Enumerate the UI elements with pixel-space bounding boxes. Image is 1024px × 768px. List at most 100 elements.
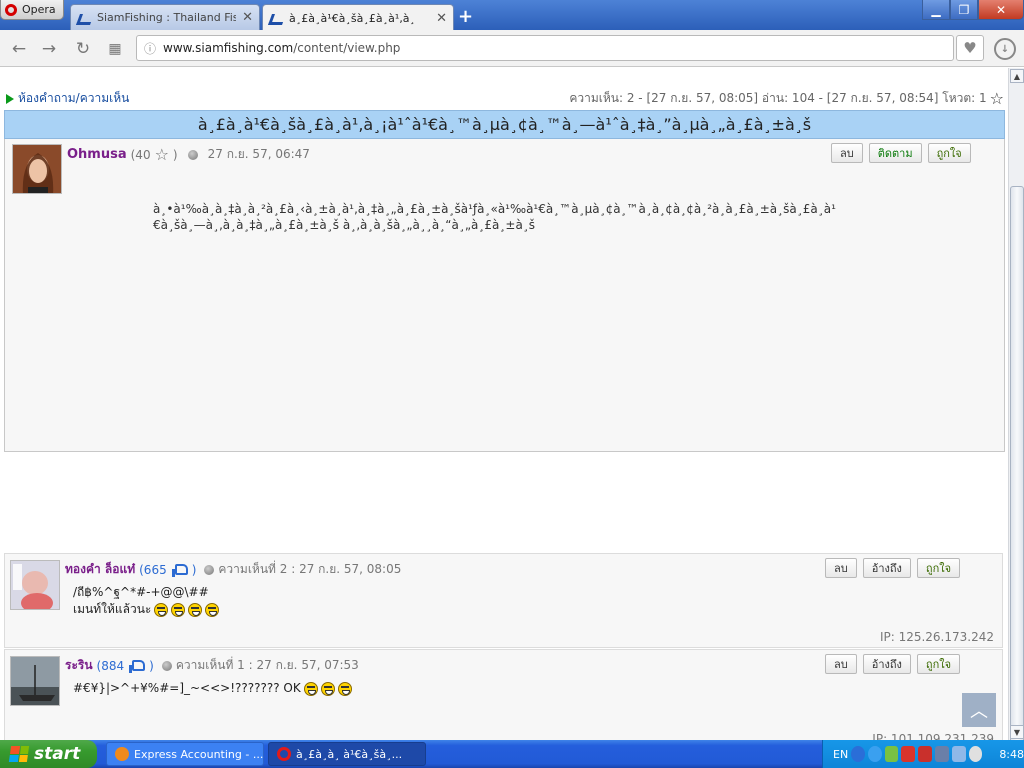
- avatar[interactable]: [12, 144, 62, 194]
- reply-author[interactable]: ระริน: [65, 656, 93, 675]
- delete-button[interactable]: ลบ: [825, 654, 857, 674]
- url-host: www.siamfishing.com: [163, 41, 294, 55]
- taskbar-item-express-accounting[interactable]: Express Accounting - ...: [106, 742, 264, 766]
- scrollbar-thumb[interactable]: [1010, 186, 1024, 746]
- topic-stats-text: ความเห็น: 2 - [27 ก.ย. 57, 08:05] อ่าน: …: [569, 91, 987, 105]
- reply-author-line: ทองคำ ล็อแท๋ (665 ) ความเห็นที่ 2 : 27 ก…: [65, 560, 401, 579]
- quote-button[interactable]: อ้างถึง: [862, 654, 911, 674]
- like-button[interactable]: ถูกใจ: [916, 654, 961, 674]
- url-path: /content/view.php: [293, 41, 401, 55]
- display-icon[interactable]: [935, 746, 949, 762]
- main-post-actions: ลบ ติดตาม ถูกใจ: [831, 143, 971, 163]
- laughing-smiley-icon: [205, 602, 220, 617]
- opera-logo-icon: [5, 3, 17, 16]
- page-scrollbar[interactable]: ▲ ▼: [1008, 68, 1024, 746]
- vote-star-icon[interactable]: ☆: [990, 90, 1004, 106]
- author-post-count: (40: [130, 147, 151, 162]
- topic-stats: ความเห็น: 2 - [27 ก.ย. 57, 08:05] อ่าน: …: [569, 89, 1004, 108]
- taskbar-item-opera[interactable]: à¸£à¸­à¸ à¹€à¸šà¸...: [268, 742, 426, 766]
- web-page: ห้องคำถาม/ความเห็น ความเห็น: 2 - [27 ก.ย…: [0, 68, 1008, 740]
- main-post-author-line: Ohmusa (40 ☆ ) 27 ก.ย. 57, 06:47: [67, 145, 310, 164]
- close-window-button[interactable]: ✕: [978, 0, 1024, 20]
- laughing-smiley-icon: [171, 602, 186, 617]
- maximize-button[interactable]: ❐: [950, 0, 978, 20]
- delete-button[interactable]: ลบ: [831, 143, 863, 163]
- opera-icon: [277, 747, 291, 761]
- reply-body: /ถี฿%^ฐ^*#-+@@\## เมนท์ให้แล้วนะ: [73, 584, 220, 618]
- printer-icon[interactable]: [968, 746, 983, 762]
- board-link-label: ห้องคำถาม/ความเห็น: [18, 91, 130, 105]
- main-post-author[interactable]: Ohmusa: [67, 147, 127, 162]
- quote-button[interactable]: อ้างถึง: [862, 558, 911, 578]
- task-label: à¸£à¸­à¸ à¹€à¸šà¸...: [296, 747, 403, 761]
- avatar[interactable]: [10, 656, 60, 706]
- back-to-top-button[interactable]: ︿: [962, 693, 996, 727]
- bookmark-heart-icon[interactable]: ♥: [956, 35, 984, 61]
- laughing-smiley-icon: [303, 681, 318, 696]
- reply-item: ทองคำ ล็อแท๋ (665 ) ความเห็นที่ 2 : 27 ก…: [4, 553, 1003, 648]
- reply-line: เมนท์ให้แล้วนะ: [73, 602, 152, 616]
- system-tray: EN 8:48: [822, 740, 1024, 768]
- back-arrow-icon[interactable]: ←: [8, 38, 30, 60]
- close-tab-icon[interactable]: ✕: [242, 10, 253, 25]
- reply-author[interactable]: ทองคำ ล็อแท๋: [65, 560, 135, 579]
- thumbs-up-icon: [171, 564, 188, 577]
- thumbs-up-icon: [129, 660, 146, 673]
- opera-menu-label: Opera: [22, 3, 56, 16]
- reply-author-line: ระริน (884 ) ความเห็นที่ 1 : 27 ก.ย. 57,…: [65, 656, 359, 675]
- like-button[interactable]: ถูกใจ: [927, 143, 971, 163]
- reply-line: /ถี฿%^ฐ^*#-+@@\##: [73, 585, 209, 599]
- author-post-count: (884: [96, 658, 125, 673]
- tray-arrow-icon[interactable]: [851, 746, 865, 762]
- start-button[interactable]: start: [0, 740, 97, 768]
- downloads-icon[interactable]: ↓: [994, 38, 1016, 60]
- reload-icon[interactable]: ↻: [72, 38, 94, 60]
- follow-button[interactable]: ติดตาม: [868, 143, 922, 163]
- windows-taskbar: start Express Accounting - ... à¸£à¸­à¸ …: [0, 740, 1024, 768]
- url-text[interactable]: www.siamfishing.com/content/view.php: [163, 41, 400, 55]
- author-post-count: (665: [139, 562, 167, 577]
- offline-status-dot-icon: [187, 149, 198, 160]
- shield-icon[interactable]: [884, 746, 899, 762]
- reply-ip: IP: 125.26.173.242: [879, 630, 994, 644]
- author-count-close: ): [172, 147, 178, 162]
- avatar[interactable]: [10, 560, 60, 610]
- delete-button[interactable]: ลบ: [825, 558, 857, 578]
- reply-line-with-smileys: เมนท์ให้แล้วนะ: [73, 601, 220, 618]
- minimize-button[interactable]: ▁: [922, 0, 950, 20]
- siamfishing-favicon-icon: [77, 12, 91, 24]
- like-button[interactable]: ถูกใจ: [916, 558, 961, 578]
- speed-dial-grid-icon[interactable]: ▦: [104, 38, 126, 60]
- scroll-up-arrow-icon[interactable]: ▲: [1010, 69, 1024, 83]
- tab-siamfishing[interactable]: SiamFishing : Thailand Fishing ✕: [70, 4, 260, 30]
- close-tab-icon[interactable]: ✕: [436, 11, 447, 26]
- scroll-down-arrow-icon[interactable]: ▼: [1010, 725, 1024, 739]
- author-count-close: ): [191, 562, 197, 577]
- address-bar[interactable]: ⓘ www.siamfishing.com/content/view.php: [136, 35, 954, 61]
- reply-body: #€¥}|>^+¥%#=]_~<<>!??????? OK: [73, 680, 352, 697]
- new-tab-plus-icon[interactable]: +: [458, 6, 473, 27]
- clock[interactable]: 8:48: [999, 748, 1024, 761]
- task-label: Express Accounting - ...: [134, 747, 264, 761]
- reply-item: ระริน (884 ) ความเห็นที่ 1 : 27 ก.ย. 57,…: [4, 649, 1003, 740]
- topic-info-bar: ห้องคำถาม/ความเห็น ความเห็น: 2 - [27 ก.ย…: [0, 88, 1008, 108]
- browser-titlebar: Opera SiamFishing : Thailand Fishing ✕ à…: [0, 0, 1024, 31]
- forward-arrow-icon[interactable]: →: [38, 38, 60, 60]
- opera-menu-button[interactable]: Opera: [0, 0, 64, 20]
- volume-icon[interactable]: [951, 746, 966, 762]
- board-link[interactable]: ห้องคำถาม/ความเห็น: [6, 89, 129, 108]
- offline-status-dot-icon: [161, 660, 172, 671]
- tab-topic[interactable]: à¸£à¸­à¹€à¸šà¸£à¸à¹‚à¸ ✕: [262, 4, 454, 31]
- site-info-icon[interactable]: ⓘ: [137, 40, 163, 57]
- network-icon[interactable]: [867, 746, 882, 762]
- reply-actions: ลบ อ้างถึง ถูกใจ: [825, 654, 961, 674]
- laughing-smiley-icon: [188, 602, 203, 617]
- reply-meta: ความเห็นที่ 1 : 27 ก.ย. 57, 07:53: [175, 658, 359, 672]
- play-arrow-icon: [6, 93, 14, 104]
- main-post: Ohmusa (40 ☆ ) 27 ก.ย. 57, 06:47 ลบ ติดต…: [4, 139, 1005, 452]
- chevron-up-icon: ︿: [970, 701, 988, 722]
- language-indicator[interactable]: EN: [833, 748, 848, 761]
- antivirus-icon[interactable]: [901, 746, 916, 762]
- browser-navbar: ← → ↻ ▦ ⓘ www.siamfishing.com/content/vi…: [0, 30, 1024, 67]
- app-tray-icon[interactable]: [918, 746, 933, 762]
